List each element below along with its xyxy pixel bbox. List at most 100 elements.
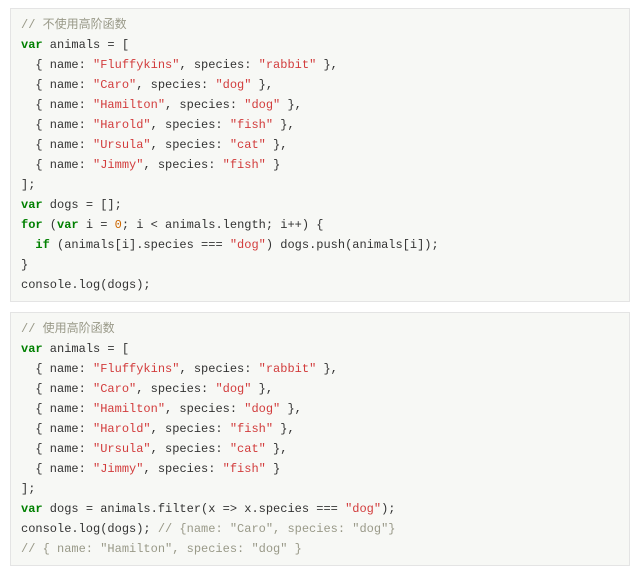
token-string: "Fluffykins" [93,58,179,72]
token-ident: }, [280,98,302,112]
token-ident: { name: [21,462,93,476]
token-ident: { name: [21,402,93,416]
token-ident: }, [273,422,295,436]
token-ident: , species: [151,138,230,152]
token-ident: ( [43,218,57,232]
token-ident: }, [316,362,338,376]
code-line: console.log(dogs); [21,275,619,295]
code-block-without-hof: // 不使用高阶函数 var animals = [ { name: "Fluff… [10,8,630,302]
code-line: { name: "Hamilton", species: "dog" }, [21,95,619,115]
token-string: "Hamilton" [93,98,165,112]
token-ident: dogs = []; [43,198,122,212]
token-string: "dog" [244,98,280,112]
token-ident [21,238,35,252]
token-string: "Harold" [93,118,151,132]
token-string: "dog" [244,402,280,416]
token-string: "dog" [215,382,251,396]
token-string: "dog" [215,78,251,92]
code-line: { name: "Ursula", species: "cat" }, [21,135,619,155]
token-ident: (animals[i].species === [50,238,230,252]
token-keyword: var [21,38,43,52]
code-line: var animals = [ [21,339,619,359]
token-string: "Fluffykins" [93,362,179,376]
token-string: "cat" [230,138,266,152]
token-ident: }, [273,118,295,132]
code-line: for (var i = 0; i < animals.length; i++)… [21,215,619,235]
token-string: "Hamilton" [93,402,165,416]
token-number: 0 [115,218,122,232]
token-ident: }, [316,58,338,72]
token-ident: , species: [151,118,230,132]
token-string: "rabbit" [259,58,317,72]
token-ident: { name: [21,58,93,72]
token-ident: }, [266,138,288,152]
token-ident: { name: [21,442,93,456]
code-line: { name: "Caro", species: "dog" }, [21,379,619,399]
code-line: ]; [21,479,619,499]
token-string: "Caro" [93,382,136,396]
token-ident: { name: [21,138,93,152]
code-line: { name: "Caro", species: "dog" }, [21,75,619,95]
token-ident: , species: [151,442,230,456]
token-ident: , species: [179,362,258,376]
code-line: { name: "Fluffykins", species: "rabbit" … [21,359,619,379]
code-line: var animals = [ [21,35,619,55]
token-ident: animals = [ [43,38,129,52]
code-line: } [21,255,619,275]
token-string: "cat" [230,442,266,456]
token-keyword: var [21,502,43,516]
code-block-with-hof: // 使用高阶函数var animals = [ { name: "Fluffy… [10,312,630,566]
token-ident: }, [280,402,302,416]
token-ident: , species: [165,402,244,416]
token-string: "rabbit" [259,362,317,376]
token-string: "dog" [345,502,381,516]
token-ident: { name: [21,118,93,132]
token-ident: ; i < animals.length; i++) { [122,218,324,232]
token-keyword: var [21,198,43,212]
token-ident: animals = [ [43,342,129,356]
token-ident: , species: [136,382,215,396]
token-ident: i = [79,218,115,232]
token-string: "fish" [223,158,266,172]
code-line: { name: "Ursula", species: "cat" }, [21,439,619,459]
token-ident: }, [251,78,273,92]
token-ident: { name: [21,422,93,436]
token-ident: ]; [21,482,35,496]
token-ident: console.log(dogs); [21,522,158,536]
token-ident: { name: [21,382,93,396]
token-ident: }, [266,442,288,456]
token-comment: // 不使用高阶函数 [21,18,127,32]
token-ident: dogs = animals.filter(x => x.species === [43,502,345,516]
token-ident: , species: [136,78,215,92]
token-comment: // { name: "Hamilton", species: "dog" } [21,542,302,556]
token-ident: ) dogs.push(animals[i]); [266,238,439,252]
code-line: { name: "Fluffykins", species: "rabbit" … [21,55,619,75]
token-ident: { name: [21,78,93,92]
token-ident: , species: [143,462,222,476]
token-keyword: var [21,342,43,356]
token-string: "fish" [223,462,266,476]
token-string: "Harold" [93,422,151,436]
token-comment: // {name: "Caro", species: "dog"} [158,522,396,536]
token-ident: ]; [21,178,35,192]
token-string: "Ursula" [93,138,151,152]
token-string: "Caro" [93,78,136,92]
token-ident: { name: [21,362,93,376]
token-ident: { name: [21,158,93,172]
code-line: { name: "Hamilton", species: "dog" }, [21,399,619,419]
token-ident: } [266,158,280,172]
token-string: "fish" [230,422,273,436]
token-ident: } [21,258,28,272]
token-string: "Jimmy" [93,158,143,172]
code-line: var dogs = []; [21,195,619,215]
token-string: "Jimmy" [93,462,143,476]
code-line: // 使用高阶函数 [21,319,619,339]
code-line: { name: "Jimmy", species: "fish" } [21,155,619,175]
token-ident: { name: [21,98,93,112]
code-line: { name: "Jimmy", species: "fish" } [21,459,619,479]
token-keyword: if [35,238,49,252]
token-ident: console.log(dogs); [21,278,151,292]
token-string: "dog" [230,238,266,252]
token-ident: ); [381,502,395,516]
token-string: "fish" [230,118,273,132]
